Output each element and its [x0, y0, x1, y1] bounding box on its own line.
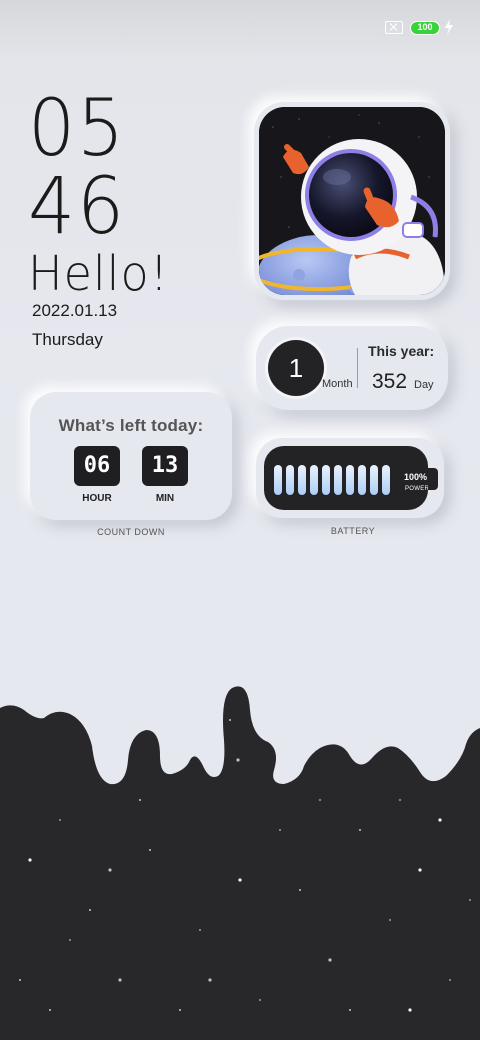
countdown-minutes: 13: [142, 446, 188, 486]
greeting-text: Hello!: [28, 246, 170, 302]
year-title: This year:: [368, 343, 435, 359]
battery-cell: [298, 465, 306, 495]
battery-percent: 100%: [404, 472, 428, 482]
countdown-title: What’s left today:: [58, 416, 204, 435]
battery-cell: [382, 465, 390, 495]
countdown-minutes-label: MIN: [155, 493, 175, 504]
battery-body: 100% POWER: [264, 446, 430, 510]
battery-widget[interactable]: 100% POWER: [256, 438, 444, 518]
astronaut-illustration: [259, 107, 445, 295]
battery-caption: BATTERY: [330, 526, 376, 536]
battery-cell: [358, 465, 366, 495]
battery-cell: [286, 465, 294, 495]
battery-cell: [334, 465, 342, 495]
countdown-hours: 06: [74, 446, 120, 486]
battery-cell: [370, 465, 378, 495]
lightning-bolt-icon: [445, 19, 453, 35]
countdown-caption: COUNT DOWN: [97, 527, 165, 537]
battery-power-label: POWER: [405, 486, 430, 492]
space-drip-wallpaper: [0, 686, 480, 1040]
date-text: 2022.01.13: [32, 301, 118, 320]
year-days-label: Day: [414, 379, 434, 391]
clock-hours[interactable]: 05: [28, 90, 126, 168]
year-days-value: 352: [372, 370, 408, 393]
weekday-text: Thursday: [32, 330, 103, 349]
battery-cell: [322, 465, 330, 495]
countdown-hours-label: HOUR: [82, 493, 112, 504]
month-label: Month: [322, 378, 353, 390]
astronaut-icon: [259, 107, 445, 295]
status-bar: 100: [0, 0, 480, 56]
clock-minutes[interactable]: 46: [28, 168, 126, 246]
astronaut-widget[interactable]: [254, 102, 450, 300]
countdown-widget[interactable]: What’s left today: 06 13 HOUR MIN: [30, 392, 232, 520]
month-number: 1: [268, 340, 324, 396]
battery-cells: [274, 465, 390, 495]
no-sim-icon: [385, 21, 403, 34]
year-progress-widget[interactable]: 1 Month This year: 352 Day: [256, 326, 448, 410]
divider: [357, 348, 358, 388]
battery-indicator: 100: [410, 21, 440, 35]
battery-tip: [428, 468, 438, 490]
battery-cell: [346, 465, 354, 495]
battery-cell: [310, 465, 318, 495]
battery-cell: [274, 465, 282, 495]
